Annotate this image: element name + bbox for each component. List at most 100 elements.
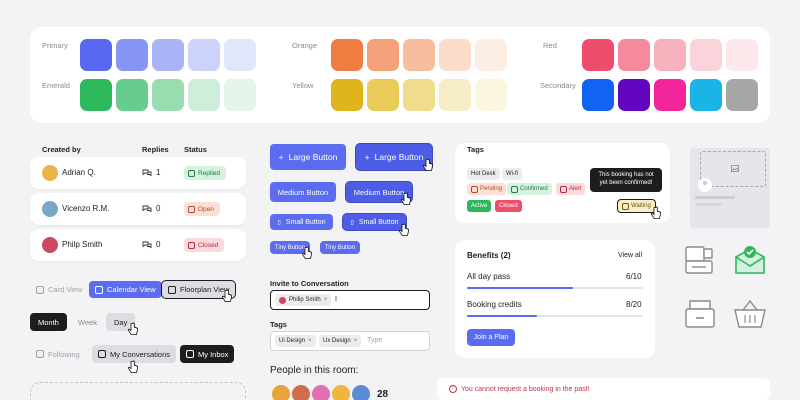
tag-wifi: Wi-fi xyxy=(502,168,522,180)
color-swatch[interactable] xyxy=(367,39,399,71)
color-swatch[interactable] xyxy=(152,79,184,111)
benefit-label: All day pass xyxy=(467,272,511,281)
color-swatch[interactable] xyxy=(403,79,435,111)
color-swatch[interactable] xyxy=(618,79,650,111)
invite-label: Invite to Conversation xyxy=(270,279,349,288)
color-swatch[interactable] xyxy=(331,79,363,111)
small-button-label: Small Button xyxy=(358,218,399,226)
color-swatch[interactable] xyxy=(582,79,614,111)
avatar[interactable] xyxy=(270,383,292,400)
view-all-link[interactable]: View all xyxy=(618,252,642,259)
color-swatch[interactable] xyxy=(690,79,722,111)
large-button-hover[interactable]: + Large Button xyxy=(356,144,432,170)
remove-icon[interactable]: × xyxy=(324,297,328,303)
palette-label: Orange xyxy=(292,41,318,50)
color-swatch[interactable] xyxy=(80,39,112,71)
plus-icon: + xyxy=(364,152,370,162)
tag-label: Closed xyxy=(499,203,518,209)
row-name: Adrian Q. xyxy=(62,168,96,177)
benefit-progress-fill xyxy=(467,287,573,289)
chat-bubbles-icon xyxy=(142,205,152,212)
avatar[interactable] xyxy=(310,383,332,400)
invite-text: I xyxy=(335,296,337,303)
basket-icon xyxy=(734,299,766,328)
clock-icon xyxy=(188,205,195,213)
chat-bubbles-icon xyxy=(142,241,152,248)
alert-icon xyxy=(560,185,567,193)
color-swatch[interactable] xyxy=(80,79,112,111)
color-swatch[interactable] xyxy=(116,79,148,111)
calendar-view-button[interactable]: Calendar View xyxy=(89,281,162,298)
large-button[interactable]: + Large Button xyxy=(270,144,346,170)
color-swatch[interactable] xyxy=(439,39,471,71)
hourglass-icon xyxy=(622,202,629,210)
invite-chip[interactable]: Philip Smith × xyxy=(275,294,332,306)
remove-icon[interactable]: × xyxy=(354,338,358,344)
floorplan-icon xyxy=(168,285,176,294)
join-plan-button[interactable]: Join a Plan xyxy=(467,329,515,346)
color-swatch[interactable] xyxy=(403,39,435,71)
color-swatch[interactable] xyxy=(152,39,184,71)
following-tab[interactable]: Following xyxy=(30,345,86,363)
avatar[interactable] xyxy=(330,383,352,400)
small-button-hover[interactable]: ▯ Small Button xyxy=(343,214,406,230)
dropzone-placeholder[interactable] xyxy=(30,382,246,400)
chat-icon xyxy=(188,169,195,177)
color-swatch[interactable] xyxy=(690,39,722,71)
tag-chip[interactable]: Ux Design × xyxy=(319,335,362,347)
replies-count: 0 xyxy=(142,240,160,249)
avatar[interactable] xyxy=(290,383,312,400)
hand-cursor-icon xyxy=(650,206,661,219)
color-swatch[interactable] xyxy=(188,79,220,111)
table-row[interactable]: Adrian Q. 1 Replied xyxy=(30,157,246,189)
color-swatch[interactable] xyxy=(582,39,614,71)
small-button[interactable]: ▯ Small Button xyxy=(270,214,333,230)
color-swatch[interactable] xyxy=(439,79,471,111)
row-name: Vicenzo R.M. xyxy=(62,204,110,213)
tag-closed: Closed xyxy=(495,200,522,212)
color-swatch[interactable] xyxy=(654,79,686,111)
color-swatch[interactable] xyxy=(726,39,758,71)
invite-input[interactable]: Philip Smith × I xyxy=(270,290,430,310)
image-icon xyxy=(731,165,739,172)
color-swatch[interactable] xyxy=(654,39,686,71)
medium-button[interactable]: Medium Button xyxy=(270,182,336,202)
table-row[interactable]: Philp Smith 0 Closed xyxy=(30,229,246,261)
color-swatch[interactable] xyxy=(618,39,650,71)
chip-label: Philip Smith xyxy=(289,297,321,303)
calendar-view-label: Calendar View xyxy=(107,285,156,294)
color-swatch[interactable] xyxy=(224,79,256,111)
card-view-button[interactable]: Card View xyxy=(30,281,88,298)
week-tab[interactable]: Week xyxy=(70,313,105,331)
text-placeholder-line xyxy=(695,203,723,206)
color-swatch[interactable] xyxy=(367,79,399,111)
hand-cursor-icon xyxy=(301,246,312,259)
month-tab[interactable]: Month xyxy=(30,313,67,331)
card-icon xyxy=(36,285,44,294)
color-swatch[interactable] xyxy=(331,39,363,71)
remove-icon[interactable]: × xyxy=(308,338,312,344)
color-swatch[interactable] xyxy=(726,79,758,111)
clock-icon xyxy=(471,185,478,193)
color-swatch[interactable] xyxy=(475,79,507,111)
tags-input[interactable]: Ui Design × Ux Design × Type xyxy=(270,331,430,351)
status-badge: Closed xyxy=(184,238,225,252)
my-inbox-tab[interactable]: My Inbox xyxy=(180,345,235,363)
avatar[interactable] xyxy=(350,383,372,400)
week-label: Week xyxy=(78,317,98,327)
join-plan-label: Join a Plan xyxy=(473,334,509,341)
tag-label: Pending xyxy=(480,186,503,192)
chip-label: Ux Design xyxy=(323,338,351,344)
alert-icon: ! xyxy=(449,385,457,393)
tiny-button[interactable]: Tiny Button xyxy=(320,241,360,254)
my-conversations-label: My Conversations xyxy=(110,349,171,359)
color-swatch[interactable] xyxy=(116,39,148,71)
toast-text: You cannot request a booking in the past… xyxy=(461,385,590,393)
table-row[interactable]: Vicenzo R.M. 0 Open xyxy=(30,193,246,225)
color-swatch[interactable] xyxy=(224,39,256,71)
color-swatch[interactable] xyxy=(475,39,507,71)
color-swatch[interactable] xyxy=(188,39,220,71)
status-label: Replied xyxy=(198,169,221,177)
tag-chip[interactable]: Ui Design × xyxy=(275,335,316,347)
tag-hot-desk: Hot Desk xyxy=(467,168,500,180)
